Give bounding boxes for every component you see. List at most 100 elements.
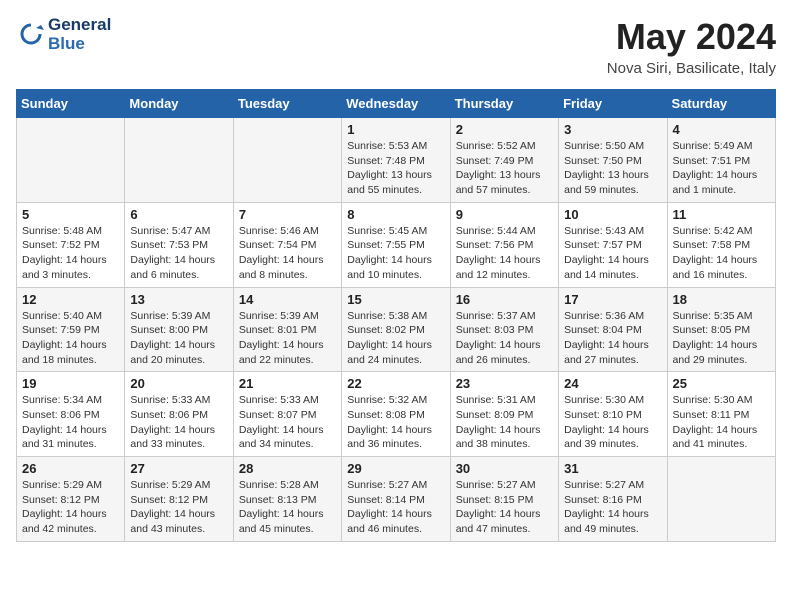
logo: General Blue (16, 16, 111, 53)
day-info: Sunrise: 5:27 AM Sunset: 8:14 PM Dayligh… (347, 478, 444, 537)
calendar-cell: 29 Sunrise: 5:27 AM Sunset: 8:14 PM Dayli… (342, 457, 450, 542)
month-title: May 2024 (607, 16, 776, 58)
day-info: Sunrise: 5:28 AM Sunset: 8:13 PM Dayligh… (239, 478, 336, 537)
day-number: 13 (130, 292, 227, 307)
day-info: Sunrise: 5:47 AM Sunset: 7:53 PM Dayligh… (130, 224, 227, 283)
calendar-cell: 8 Sunrise: 5:45 AM Sunset: 7:55 PM Daylig… (342, 202, 450, 287)
calendar-cell: 28 Sunrise: 5:28 AM Sunset: 8:13 PM Dayli… (233, 457, 341, 542)
day-number: 26 (22, 461, 119, 476)
day-info: Sunrise: 5:30 AM Sunset: 8:11 PM Dayligh… (673, 393, 770, 452)
calendar-cell: 24 Sunrise: 5:30 AM Sunset: 8:10 PM Dayli… (559, 372, 667, 457)
day-number: 1 (347, 122, 444, 137)
calendar-cell: 3 Sunrise: 5:50 AM Sunset: 7:50 PM Daylig… (559, 118, 667, 203)
weekday-header-saturday: Saturday (667, 90, 775, 118)
calendar-week-3: 12 Sunrise: 5:40 AM Sunset: 7:59 PM Dayli… (17, 287, 776, 372)
weekday-header-tuesday: Tuesday (233, 90, 341, 118)
day-info: Sunrise: 5:33 AM Sunset: 8:07 PM Dayligh… (239, 393, 336, 452)
title-area: May 2024 Nova Siri, Basilicate, Italy (607, 16, 776, 77)
calendar-cell: 5Sunrise: 5:48 AM Sunset: 7:52 PM Daylig… (17, 202, 125, 287)
day-number: 24 (564, 376, 661, 391)
weekday-header-wednesday: Wednesday (342, 90, 450, 118)
day-info: Sunrise: 5:35 AM Sunset: 8:05 PM Dayligh… (673, 309, 770, 368)
day-number: 11 (673, 207, 770, 222)
day-number: 30 (456, 461, 553, 476)
day-number: 18 (673, 292, 770, 307)
day-number: 5 (22, 207, 119, 222)
day-number: 21 (239, 376, 336, 391)
calendar-cell: 14 Sunrise: 5:39 AM Sunset: 8:01 PM Dayli… (233, 287, 341, 372)
day-number: 8 (347, 207, 444, 222)
day-number: 27 (130, 461, 227, 476)
calendar-cell: 7Sunrise: 5:46 AM Sunset: 7:54 PM Daylig… (233, 202, 341, 287)
calendar-cell: 2 Sunrise: 5:52 AM Sunset: 7:49 PM Daylig… (450, 118, 558, 203)
calendar-week-4: 19 Sunrise: 5:34 AM Sunset: 8:06 PM Dayli… (17, 372, 776, 457)
calendar-cell: 11 Sunrise: 5:42 AM Sunset: 7:58 PM Dayli… (667, 202, 775, 287)
day-number: 25 (673, 376, 770, 391)
day-info: Sunrise: 5:39 AM Sunset: 8:00 PM Dayligh… (130, 309, 227, 368)
day-info: Sunrise: 5:36 AM Sunset: 8:04 PM Dayligh… (564, 309, 661, 368)
header: General Blue May 2024 Nova Siri, Basilic… (16, 16, 776, 77)
day-number: 10 (564, 207, 661, 222)
day-info: Sunrise: 5:39 AM Sunset: 8:01 PM Dayligh… (239, 309, 336, 368)
day-info: Sunrise: 5:27 AM Sunset: 8:15 PM Dayligh… (456, 478, 553, 537)
day-info: Sunrise: 5:46 AM Sunset: 7:54 PM Dayligh… (239, 224, 336, 283)
calendar-header: SundayMondayTuesdayWednesdayThursdayFrid… (17, 90, 776, 118)
calendar-cell: 16 Sunrise: 5:37 AM Sunset: 8:03 PM Dayli… (450, 287, 558, 372)
day-number: 2 (456, 122, 553, 137)
calendar-cell (667, 457, 775, 542)
day-info: Sunrise: 5:32 AM Sunset: 8:08 PM Dayligh… (347, 393, 444, 452)
day-number: 15 (347, 292, 444, 307)
calendar-cell: 23 Sunrise: 5:31 AM Sunset: 8:09 PM Dayli… (450, 372, 558, 457)
day-number: 16 (456, 292, 553, 307)
calendar-body: 1 Sunrise: 5:53 AM Sunset: 7:48 PM Daylig… (17, 118, 776, 542)
day-number: 23 (456, 376, 553, 391)
calendar-cell: 17Sunrise: 5:36 AM Sunset: 8:04 PM Dayli… (559, 287, 667, 372)
day-info: Sunrise: 5:50 AM Sunset: 7:50 PM Dayligh… (564, 139, 661, 198)
calendar-cell: 22 Sunrise: 5:32 AM Sunset: 8:08 PM Dayli… (342, 372, 450, 457)
day-number: 22 (347, 376, 444, 391)
calendar-week-5: 26Sunrise: 5:29 AM Sunset: 8:12 PM Dayli… (17, 457, 776, 542)
weekday-header-thursday: Thursday (450, 90, 558, 118)
logo-general: General (48, 16, 111, 35)
day-number: 31 (564, 461, 661, 476)
calendar-cell (233, 118, 341, 203)
calendar-cell (17, 118, 125, 203)
day-info: Sunrise: 5:45 AM Sunset: 7:55 PM Dayligh… (347, 224, 444, 283)
day-number: 20 (130, 376, 227, 391)
day-info: Sunrise: 5:49 AM Sunset: 7:51 PM Dayligh… (673, 139, 770, 198)
day-number: 19 (22, 376, 119, 391)
calendar-week-1: 1 Sunrise: 5:53 AM Sunset: 7:48 PM Daylig… (17, 118, 776, 203)
day-info: Sunrise: 5:38 AM Sunset: 8:02 PM Dayligh… (347, 309, 444, 368)
calendar-cell: 30 Sunrise: 5:27 AM Sunset: 8:15 PM Dayli… (450, 457, 558, 542)
day-info: Sunrise: 5:40 AM Sunset: 7:59 PM Dayligh… (22, 309, 119, 368)
calendar-cell: 18 Sunrise: 5:35 AM Sunset: 8:05 PM Dayli… (667, 287, 775, 372)
weekday-header-friday: Friday (559, 90, 667, 118)
calendar-cell: 12 Sunrise: 5:40 AM Sunset: 7:59 PM Dayli… (17, 287, 125, 372)
day-number: 4 (673, 122, 770, 137)
day-number: 29 (347, 461, 444, 476)
calendar-cell: 13 Sunrise: 5:39 AM Sunset: 8:00 PM Dayli… (125, 287, 233, 372)
day-number: 9 (456, 207, 553, 222)
day-info: Sunrise: 5:43 AM Sunset: 7:57 PM Dayligh… (564, 224, 661, 283)
day-number: 3 (564, 122, 661, 137)
weekday-header-sunday: Sunday (17, 90, 125, 118)
day-info: Sunrise: 5:30 AM Sunset: 8:10 PM Dayligh… (564, 393, 661, 452)
day-info: Sunrise: 5:27 AM Sunset: 8:16 PM Dayligh… (564, 478, 661, 537)
day-number: 28 (239, 461, 336, 476)
day-info: Sunrise: 5:42 AM Sunset: 7:58 PM Dayligh… (673, 224, 770, 283)
logo-text: General Blue (48, 16, 111, 53)
calendar-cell: 20Sunrise: 5:33 AM Sunset: 8:06 PM Dayli… (125, 372, 233, 457)
day-info: Sunrise: 5:37 AM Sunset: 8:03 PM Dayligh… (456, 309, 553, 368)
day-info: Sunrise: 5:31 AM Sunset: 8:09 PM Dayligh… (456, 393, 553, 452)
logo-blue: Blue (48, 35, 111, 54)
day-number: 12 (22, 292, 119, 307)
day-info: Sunrise: 5:52 AM Sunset: 7:49 PM Dayligh… (456, 139, 553, 198)
calendar-week-2: 5Sunrise: 5:48 AM Sunset: 7:52 PM Daylig… (17, 202, 776, 287)
day-info: Sunrise: 5:34 AM Sunset: 8:06 PM Dayligh… (22, 393, 119, 452)
calendar-cell: 31 Sunrise: 5:27 AM Sunset: 8:16 PM Dayli… (559, 457, 667, 542)
day-info: Sunrise: 5:53 AM Sunset: 7:48 PM Dayligh… (347, 139, 444, 198)
calendar-cell: 19 Sunrise: 5:34 AM Sunset: 8:06 PM Dayli… (17, 372, 125, 457)
location-subtitle: Nova Siri, Basilicate, Italy (607, 60, 776, 77)
day-number: 14 (239, 292, 336, 307)
weekday-header-monday: Monday (125, 90, 233, 118)
